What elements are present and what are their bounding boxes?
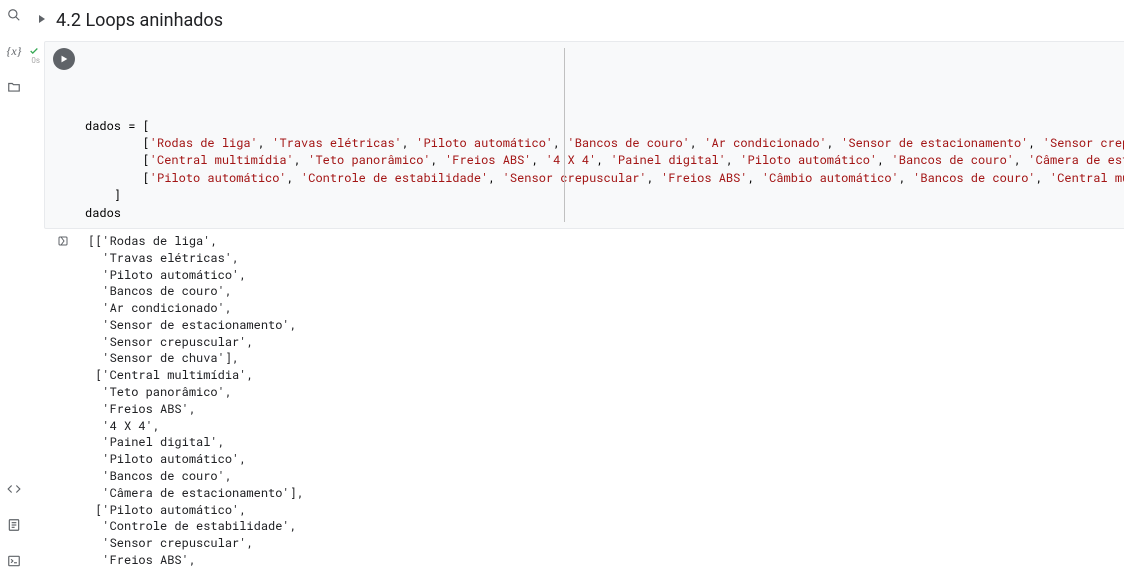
section-header: 4.2 Loops aninhados — [28, 4, 1116, 41]
cell-output: [['Rodas de liga', 'Travas elétricas', '… — [44, 229, 1124, 570]
search-icon[interactable] — [5, 6, 23, 24]
output-toggle-icon[interactable] — [57, 235, 71, 249]
terminal-icon[interactable] — [5, 552, 23, 570]
left-rail: {x} — [0, 0, 28, 570]
code-cell: 0s dados = [ ['Rodas de liga', 'Travas e… — [28, 41, 1116, 570]
exec-time: 0s — [31, 56, 40, 65]
files-icon[interactable] — [5, 78, 23, 96]
variables-icon[interactable]: {x} — [5, 42, 23, 60]
collapse-section-icon[interactable] — [36, 13, 50, 29]
output-text: [['Rodas de liga', 'Travas elétricas', '… — [84, 233, 1124, 570]
notebook-main: 4.2 Loops aninhados 0s dados = [ ['Rodas… — [28, 0, 1124, 570]
code-editor[interactable]: dados = [ ['Rodas de liga', 'Travas elét… — [44, 41, 1124, 229]
section-title: 4.2 Loops aninhados — [56, 10, 223, 31]
code-brackets-icon[interactable] — [5, 480, 23, 498]
document-icon[interactable] — [5, 516, 23, 534]
cursor-indicator — [564, 48, 565, 222]
run-cell-button[interactable] — [53, 48, 75, 70]
